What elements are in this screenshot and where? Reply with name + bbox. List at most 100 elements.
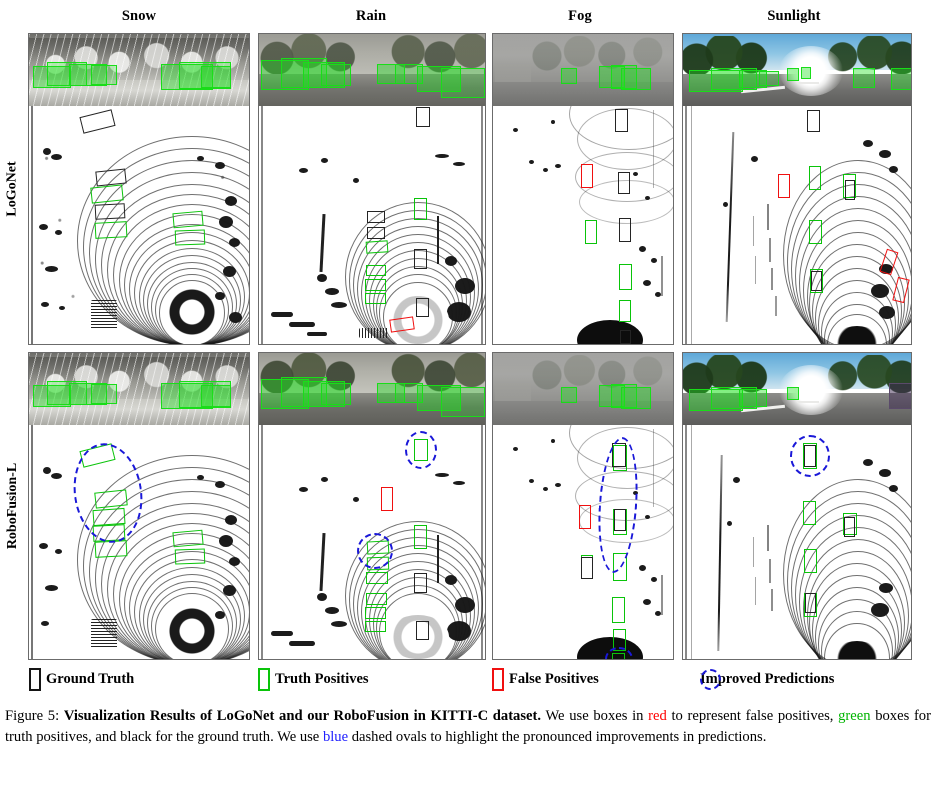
panel-sunlight-logonet[interactable] (682, 33, 912, 345)
panel-rain-logonet[interactable] (258, 33, 486, 345)
box-ground-truth (618, 172, 630, 194)
panel-snow-robofusion[interactable] (28, 352, 250, 660)
camera-box (201, 66, 231, 88)
box-ground-truth (367, 227, 385, 239)
column-headers: Snow Rain Fog Sunlight (28, 8, 912, 30)
legend-label-ground-truth: Ground Truth (46, 670, 135, 687)
lidar-view-rain-robofusion (259, 425, 485, 659)
camera-box (561, 68, 577, 84)
box-ground-truth (811, 271, 822, 291)
box-ground-truth (416, 621, 429, 640)
caption-part2: to represent false positives, (666, 708, 839, 724)
box-false-positive (581, 164, 593, 188)
box-ground-truth (844, 517, 855, 537)
box-truth-positive (172, 210, 204, 229)
caption-blue-word: blue (322, 728, 349, 745)
camera-box (889, 383, 911, 409)
caption-part4: dashed ovals to highlight the pronounced… (348, 728, 767, 745)
box-truth-positive (174, 229, 206, 246)
box-truth-positive (366, 265, 386, 276)
camera-box (321, 64, 351, 86)
row-label-logonet: LoGoNet (0, 33, 26, 345)
camera-view-fog-robofusion (493, 353, 673, 425)
lidar-view-rain-logonet (259, 106, 485, 344)
box-truth-positive (619, 264, 632, 290)
camera-box (787, 387, 799, 400)
truth-positive-swatch-icon (258, 667, 270, 691)
legend-item-false-positives: False Positives (492, 664, 599, 694)
legend-label-truth-positives: Truth Positives (275, 670, 369, 687)
camera-box (891, 68, 911, 90)
row-label-logonet-text: LoGoNet (5, 161, 20, 217)
camera-view-rain-logonet (259, 34, 485, 106)
box-truth-positive (174, 548, 206, 565)
camera-box (787, 68, 799, 81)
improved-prediction-oval (405, 431, 437, 469)
box-truth-positive (809, 166, 821, 190)
improved-prediction-oval (357, 533, 393, 569)
caption-red-word: red (648, 708, 667, 724)
legend-item-improved-predictions: Improved Predictions (700, 664, 834, 694)
panel-fog-logonet[interactable] (492, 33, 674, 345)
box-truth-positive (94, 221, 128, 239)
camera-box (759, 71, 779, 86)
box-truth-positive (612, 597, 625, 623)
box-ground-truth (620, 330, 631, 344)
lidar-view-snow-robofusion (29, 425, 249, 659)
camera-box (321, 383, 351, 405)
false-positive-swatch-icon (492, 667, 504, 691)
camera-box (441, 387, 485, 417)
camera-box (801, 67, 811, 79)
improved-prediction-oval (790, 435, 830, 477)
box-truth-positive (172, 529, 204, 548)
panel-fog-robofusion[interactable] (492, 352, 674, 660)
column-header-snow: Snow (121, 8, 157, 24)
box-false-positive (778, 174, 790, 198)
box-truth-positive (585, 220, 597, 244)
box-truth-positive (414, 525, 427, 549)
box-truth-positive (414, 198, 427, 220)
box-truth-positive (809, 220, 822, 244)
camera-view-sunlight-robofusion (683, 353, 911, 425)
box-ground-truth (414, 573, 427, 593)
camera-box (441, 68, 485, 98)
camera-view-sunlight-logonet (683, 34, 911, 106)
box-ground-truth (367, 211, 385, 223)
legend-item-ground-truth: Ground Truth (29, 664, 134, 694)
box-truth-positive (366, 593, 387, 605)
box-truth-positive (365, 607, 386, 619)
camera-view-fog-logonet (493, 34, 673, 106)
panel-rain-robofusion[interactable] (258, 352, 486, 660)
camera-box (91, 384, 117, 404)
camera-view-snow-logonet (29, 34, 249, 106)
camera-box (621, 387, 651, 409)
lidar-view-snow-logonet (29, 106, 249, 344)
row-label-robofusion-text: RoboFusion-L (5, 462, 21, 550)
panel-sunlight-robofusion[interactable] (682, 352, 912, 660)
camera-box (201, 385, 231, 407)
lidar-view-fog-robofusion (493, 425, 673, 659)
box-truth-positive (619, 300, 631, 322)
legend-label-false-positives: False Positives (509, 670, 599, 687)
ground-truth-swatch-icon (29, 667, 41, 691)
box-false-positive (579, 505, 591, 529)
panel-snow-logonet[interactable] (28, 33, 250, 345)
box-ground-truth (414, 249, 427, 269)
box-truth-positive (804, 549, 817, 573)
lidar-view-sunlight-robofusion (683, 425, 911, 659)
figure-5-root: Snow Rain Fog Sunlight LoGoNet RoboFusio… (0, 0, 936, 785)
box-ground-truth (615, 109, 628, 132)
lidar-view-fog-logonet (493, 106, 673, 344)
box-ground-truth (94, 203, 126, 220)
camera-view-snow-robofusion (29, 353, 249, 425)
row-label-robofusion: RoboFusion-L (0, 352, 26, 660)
legend: Ground Truth Truth Positives False Posit… (0, 664, 936, 694)
box-ground-truth (619, 218, 631, 242)
caption-green-word: green (838, 708, 871, 724)
camera-box (853, 68, 875, 88)
improved-prediction-oval-icon (700, 668, 721, 690)
column-header-rain: Rain (355, 8, 387, 24)
caption-prefix: Figure 5: (5, 708, 64, 724)
column-header-fog: Fog (568, 8, 592, 24)
box-truth-positive (365, 240, 389, 254)
